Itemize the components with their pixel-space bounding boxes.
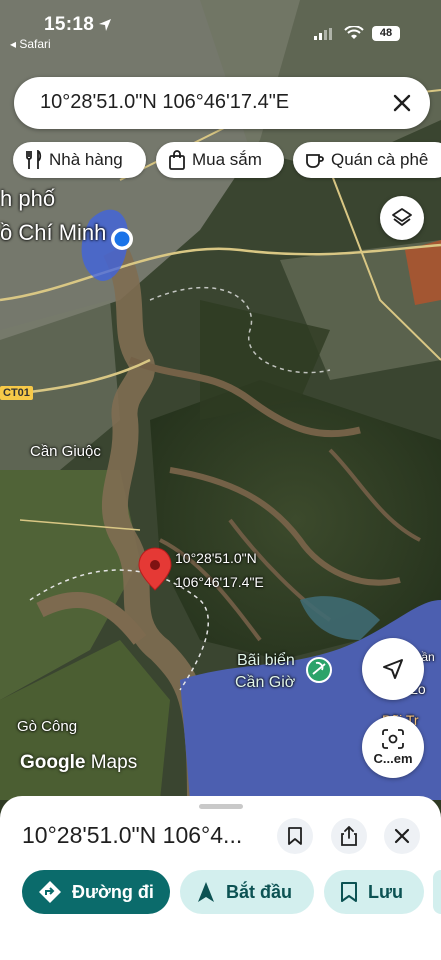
my-location-button[interactable] xyxy=(362,638,424,700)
navigation-arrow-icon xyxy=(383,659,403,679)
status-time: 15:18 xyxy=(44,14,95,35)
bookmark-icon xyxy=(288,827,302,845)
share-icon xyxy=(341,826,357,846)
location-arrow-icon xyxy=(99,19,111,31)
action-label: Lưu xyxy=(368,881,404,902)
share-button[interactable] xyxy=(331,818,367,854)
pin-label-lng: 106°46'17.4"E xyxy=(175,574,264,590)
search-bar[interactable]: 10°28'51.0"N 106°46'17.4"E xyxy=(14,77,430,129)
save-icon-button[interactable] xyxy=(277,818,313,854)
close-sheet-button[interactable] xyxy=(384,818,420,854)
road-badge: CT01 xyxy=(0,386,33,400)
chip-shopping[interactable]: Mua sắm xyxy=(156,142,284,178)
map-label-beach-line1: Bãi biển xyxy=(237,652,295,669)
directions-button[interactable]: Đường đi xyxy=(22,870,170,914)
chip-label: Nhà hàng xyxy=(49,150,123,169)
map-label-city-line1: h phố xyxy=(0,186,56,211)
layers-icon xyxy=(392,208,412,226)
camera-lens-icon xyxy=(382,728,404,749)
cellular-signal-icon xyxy=(314,28,332,40)
directions-icon xyxy=(39,881,61,903)
chip-restaurants[interactable]: Nhà hàng xyxy=(13,142,146,178)
chip-coffee[interactable]: Quán cà phê xyxy=(293,142,441,178)
status-bar: 15:18 ◂ Safari 48 xyxy=(0,0,441,58)
map-label-city-line2: ồ Chí Minh xyxy=(0,220,107,245)
save-button[interactable]: Lưu xyxy=(324,870,424,914)
start-button[interactable]: Bắt đầu xyxy=(180,870,314,914)
place-title: 10°28'51.0"N 106°4... xyxy=(22,822,243,848)
action-label: Bắt đầu xyxy=(226,881,293,902)
search-input[interactable]: 10°28'51.0"N 106°46'17.4"E xyxy=(40,91,289,114)
action-label: Đường đi xyxy=(72,881,154,902)
close-icon[interactable] xyxy=(390,91,414,115)
google-maps-logo: Google Maps xyxy=(20,752,138,773)
coffee-icon xyxy=(306,154,324,168)
navigation-arrow-icon xyxy=(198,882,214,902)
map-label-can-giuoc: Cần Giuộc xyxy=(30,443,101,460)
wifi-icon xyxy=(344,26,364,39)
sheet-drag-handle[interactable] xyxy=(199,804,243,809)
shopping-bag-icon xyxy=(169,150,185,170)
back-to-safari[interactable]: ◂ Safari xyxy=(10,37,51,51)
more-actions-peek[interactable] xyxy=(433,870,441,914)
bookmark-icon xyxy=(341,882,357,902)
chip-label: Quán cà phê xyxy=(331,150,429,169)
battery-indicator: 48 xyxy=(372,26,400,41)
close-icon xyxy=(394,828,410,844)
pin-label-lat: 10°28'51.0"N xyxy=(175,550,257,566)
place-sheet: 10°28'51.0"N 106°4... Đường đi Bắt đầu L… xyxy=(0,796,441,960)
chip-label: Mua sắm xyxy=(192,150,262,169)
lens-button[interactable]: C...em xyxy=(362,716,424,778)
layers-button[interactable] xyxy=(380,196,424,240)
lens-label: C...em xyxy=(373,750,413,766)
map-label-beach-line2: Cần Giờ xyxy=(235,674,296,691)
utensils-icon xyxy=(26,150,42,169)
map-label-go-cong: Gò Công xyxy=(17,718,78,735)
